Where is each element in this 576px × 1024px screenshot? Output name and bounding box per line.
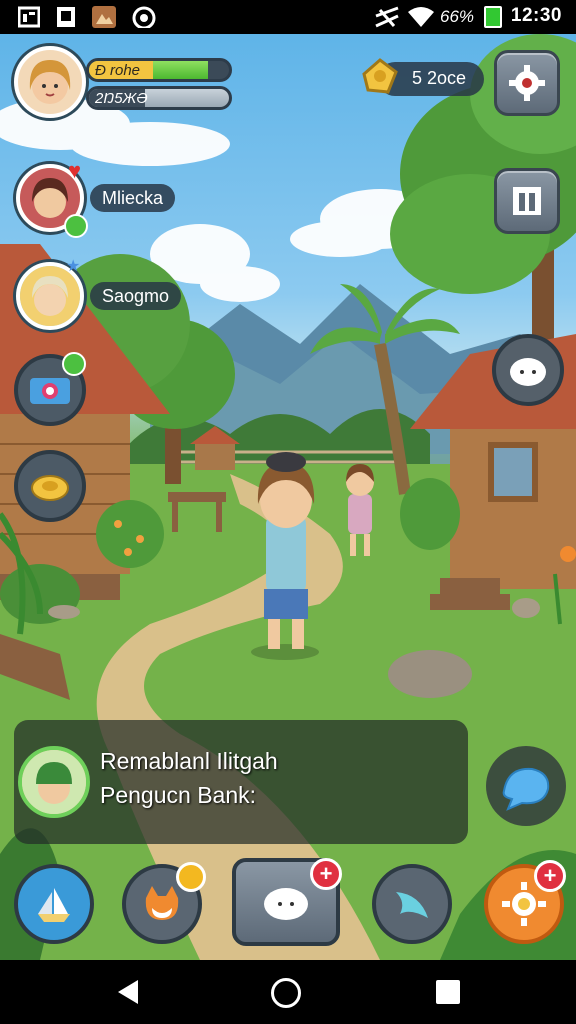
settings-button[interactable] (494, 50, 560, 116)
heart-icon: ♥ (68, 158, 82, 183)
dialog-speaker-avatar (18, 746, 90, 818)
sheep-icon (510, 358, 546, 386)
doc-icon (57, 7, 75, 27)
inventory-button[interactable] (494, 168, 560, 234)
signal-icon (375, 6, 399, 28)
gear-icon (509, 65, 545, 101)
battery-icon (484, 6, 502, 28)
build-button[interactable] (14, 864, 94, 944)
clock: 12:30 (510, 5, 562, 26)
boat-icon (38, 888, 70, 922)
secondary-value: 2Ŋ5ЖӘ (95, 90, 148, 107)
wifi-icon (408, 7, 434, 27)
player-name-tag: Đ rohe (95, 62, 141, 79)
news-icon (18, 6, 40, 28)
game-scene[interactable]: Đ rohe 2Ŋ5ЖӘ 5 2oce ♥ Mliecka ★ Saogmo R… (0, 34, 576, 960)
shop-plus-badge[interactable]: + (310, 858, 342, 890)
sheep-shop-icon (264, 888, 308, 920)
dialog-line-2: Pengucn Bank: (100, 782, 257, 808)
cat-icon (145, 886, 179, 920)
home-button[interactable] (271, 978, 301, 1008)
record-icon (132, 6, 156, 28)
navigation-bar (0, 960, 576, 1024)
pet-button[interactable] (492, 334, 564, 406)
check-badge (64, 214, 88, 238)
dialog-line-1: Remablanl Ilitgah (100, 748, 278, 774)
status-bar: 66% 12:30 (0, 0, 576, 34)
pets-coin-badge (176, 862, 206, 892)
secondary-bar: 2Ŋ5ЖӘ (86, 86, 232, 110)
currency-amount: 5 2oce (412, 68, 467, 88)
speech-bird-icon (502, 767, 550, 811)
fish-icon (396, 892, 428, 918)
image-icon (92, 6, 116, 28)
food-button[interactable] (14, 450, 86, 522)
coin-icon (362, 58, 398, 94)
player-avatar[interactable] (14, 46, 86, 118)
speaker-portrait (22, 750, 86, 814)
xp-bar: Đ rohe (86, 58, 232, 82)
camera-badge (62, 352, 86, 376)
book-icon (513, 187, 541, 215)
food-icon (31, 475, 69, 501)
npc-name-2: Saogmo (90, 282, 182, 310)
npc-name-1: Mliecka (90, 184, 176, 212)
recents-button[interactable] (436, 980, 460, 1004)
camera-icon (30, 378, 70, 404)
battery-percent: 66% (440, 7, 475, 26)
chat-button[interactable] (486, 746, 566, 826)
star-icon: ★ (66, 258, 81, 275)
fish-button[interactable] (372, 864, 452, 944)
back-button[interactable] (118, 980, 138, 1004)
sun-plus-badge[interactable]: + (534, 860, 566, 892)
player-portrait (29, 60, 71, 104)
